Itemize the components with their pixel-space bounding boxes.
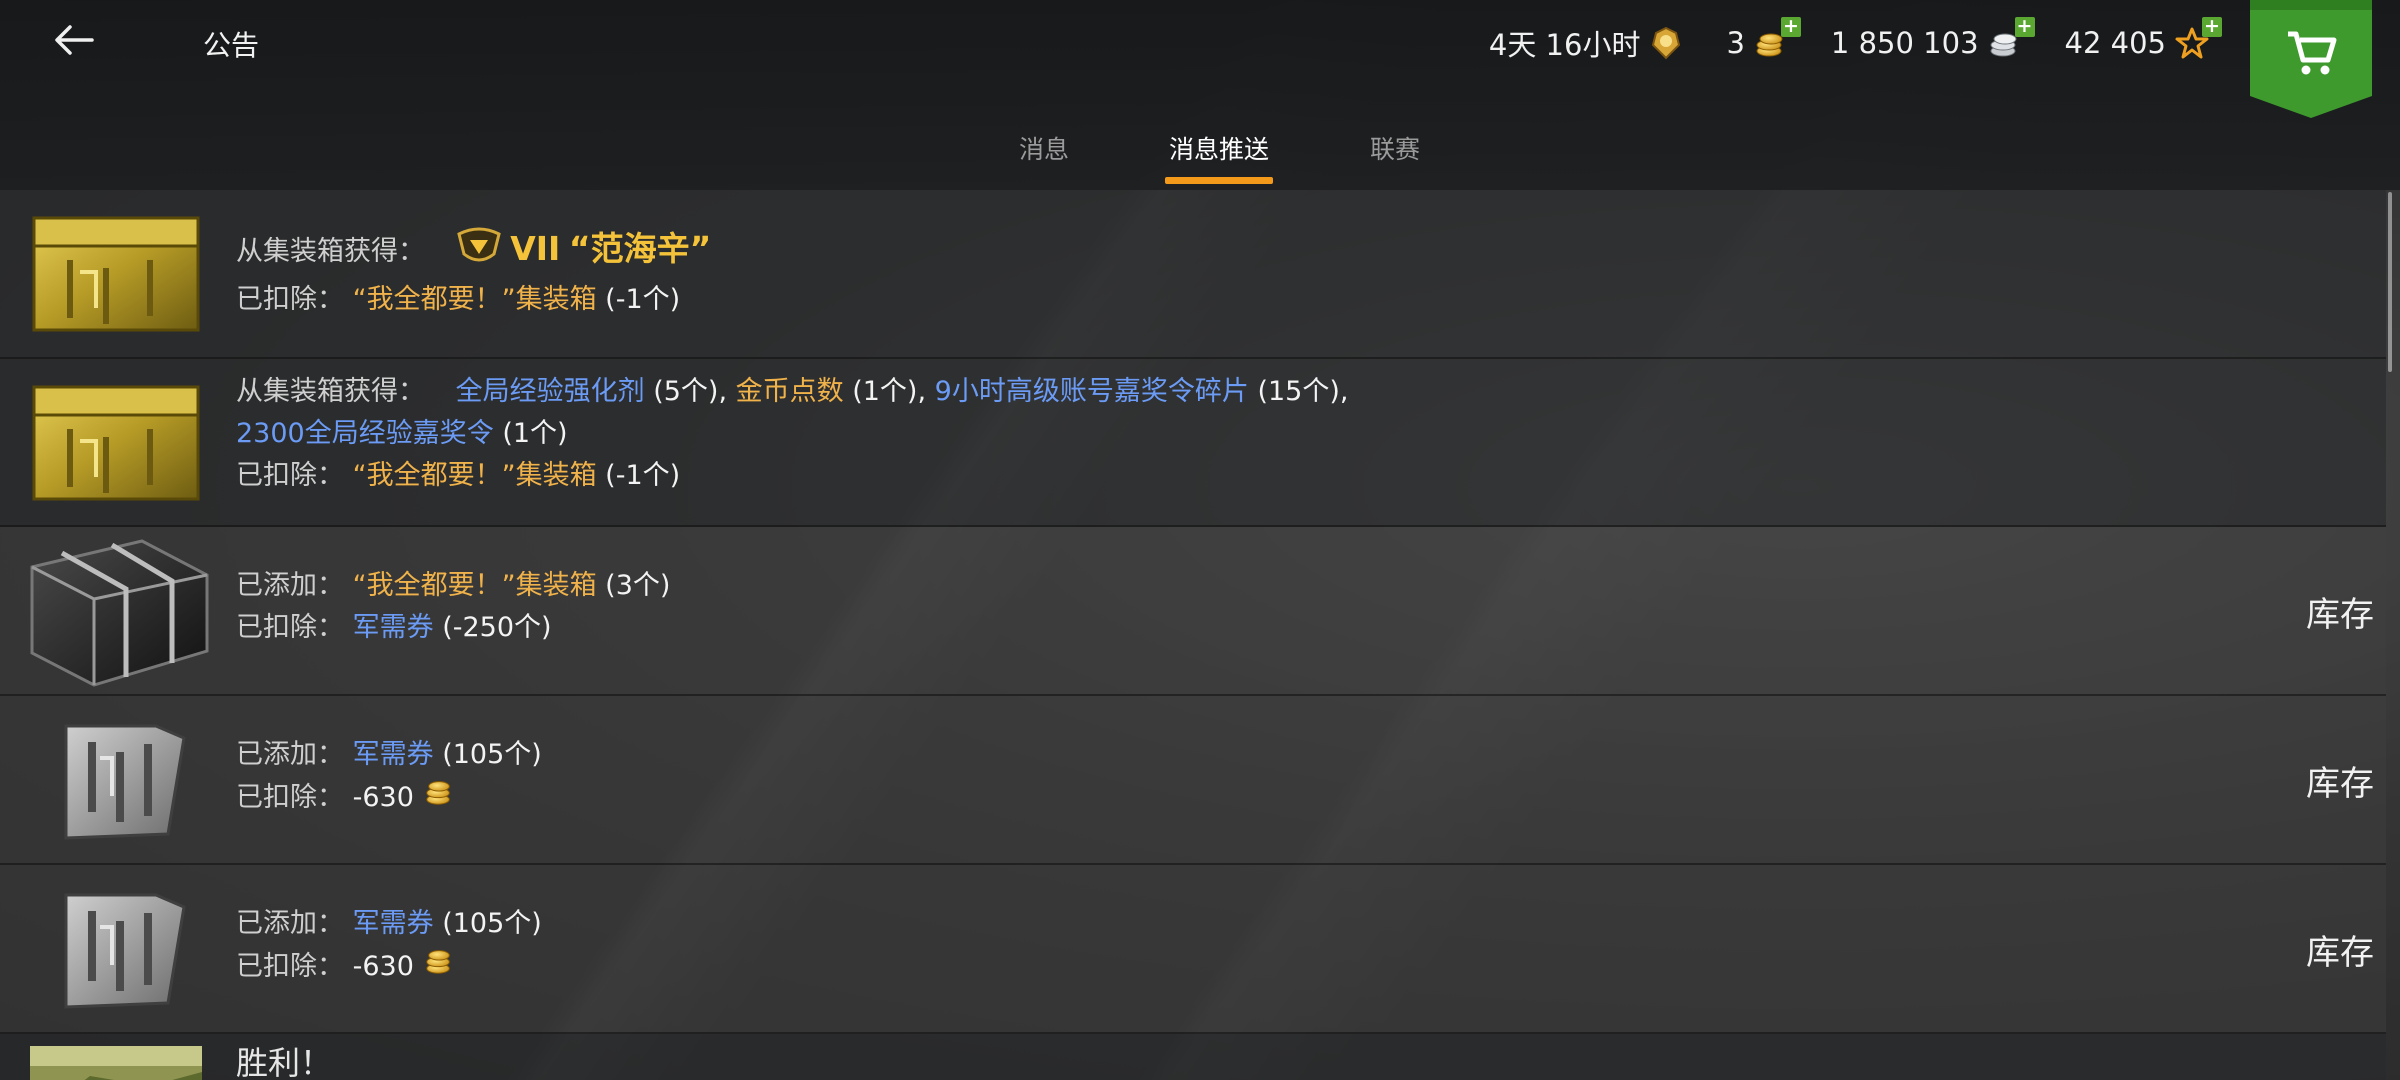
- message-text: 从集装箱获得： VII “范海辛” 已扣除： “我全都要！”集装箱 (-1个): [236, 226, 711, 321]
- list-item: 从集装箱获得： 全局经验强化剂 (5个), 金币点数 (1个), 9小时高级账号…: [0, 359, 2386, 527]
- free-xp-balance[interactable]: 42 405 +: [2064, 17, 2222, 61]
- premium-badge-icon: [1648, 25, 1684, 61]
- cost-value: -630: [352, 951, 414, 982]
- cost-value: -630: [352, 782, 414, 813]
- item-name: 9小时高级账号嘉奖令碎片: [934, 376, 1249, 407]
- message-label: 已扣除：: [236, 284, 344, 315]
- notification-list[interactable]: 从集装箱获得： VII “范海辛” 已扣除： “我全都要！”集装箱 (-1个): [0, 190, 2386, 1080]
- item-name: “我全都要！”集装箱: [352, 570, 597, 601]
- add-gold-icon[interactable]: +: [1780, 17, 1801, 37]
- item-name: 全局经验强化剂: [455, 376, 645, 407]
- message-label: 已添加：: [236, 908, 344, 939]
- resource-bar: 4天 16小时 3 + 1 850 103 + 42 405 +: [1489, 17, 2222, 68]
- list-scrollbar[interactable]: [2388, 192, 2392, 372]
- message-label: 已扣除：: [236, 460, 344, 491]
- gold-crate-icon: [30, 212, 202, 334]
- top-bar: 公告 4天 16小时 3 + 1 850 103 + 42 405 + 消息 消…: [0, 0, 2400, 190]
- item-name: 金币点数: [735, 376, 844, 407]
- item-quantity: (-1个): [605, 460, 681, 491]
- message-text: 已添加： 军需券 (105个) 已扣除： -630: [236, 903, 542, 990]
- message-label: 从集装箱获得：: [236, 376, 425, 407]
- gold-coins-icon: [422, 776, 456, 821]
- item-name: “我全都要！”集装箱: [352, 460, 597, 491]
- item-name: 军需券: [352, 908, 434, 939]
- shop-button[interactable]: [2250, 0, 2372, 118]
- tab-messages[interactable]: 消息: [1019, 130, 1069, 184]
- item-name: 军需券: [352, 739, 434, 770]
- add-free-xp-icon[interactable]: +: [2202, 17, 2222, 37]
- silver-coins-icon: +: [1987, 17, 2035, 61]
- separator: ,: [718, 376, 728, 407]
- premium-timer[interactable]: 4天 16小时: [1489, 22, 1685, 64]
- item-quantity: (15个): [1257, 376, 1340, 407]
- tank-rank-icon: [456, 226, 502, 279]
- item-quantity: (-1个): [605, 284, 681, 315]
- message-text: 已添加： “我全都要！”集装箱 (3个) 已扣除： 军需券 (-250个): [236, 565, 670, 649]
- item-quantity: (-250个): [442, 612, 552, 643]
- message-text: 从集装箱获得： 全局经验强化剂 (5个), 金币点数 (1个), 9小时高级账号…: [236, 371, 1348, 497]
- gold-coins-icon: [422, 945, 456, 990]
- message-label: 从集装箱获得：: [236, 236, 425, 267]
- back-button[interactable]: [48, 16, 100, 68]
- back-arrow-icon: [55, 25, 94, 55]
- separator: ,: [917, 376, 927, 407]
- battle-result-image: [30, 1046, 202, 1080]
- item-quantity: (1个): [502, 418, 568, 449]
- tab-push-notifications[interactable]: 消息推送: [1164, 130, 1274, 184]
- message-title: 胜利！: [236, 1044, 333, 1080]
- tab-league[interactable]: 联赛: [1370, 130, 1420, 184]
- item-name: “我全都要！”集装箱: [352, 284, 597, 315]
- add-silver-icon[interactable]: +: [2014, 17, 2035, 37]
- gold-balance-value: 3: [1726, 26, 1745, 60]
- gold-coins-icon: +: [1753, 17, 1801, 61]
- message-label: 已扣除：: [236, 951, 344, 982]
- black-crate-icon: [22, 527, 212, 696]
- message-label: 已添加：: [236, 570, 344, 601]
- item-quantity: (105个): [442, 908, 542, 939]
- message-label: 已添加：: [236, 739, 344, 770]
- list-item: 胜利！: [0, 1034, 2386, 1080]
- tank-tier: VII: [510, 229, 561, 268]
- item-name: 2300全局经验嘉奖令: [236, 418, 494, 449]
- ticket-icon: [56, 881, 190, 1017]
- item-quantity: (3个): [605, 570, 671, 601]
- inventory-button[interactable]: 库存: [2306, 587, 2374, 636]
- item-quantity: (5个): [653, 376, 719, 407]
- message-label: 已扣除：: [236, 612, 344, 643]
- list-item[interactable]: 已添加： 军需券 (105个) 已扣除： -630 库存: [0, 865, 2386, 1034]
- list-item[interactable]: 已添加： “我全都要！”集装箱 (3个) 已扣除： 军需券 (-250个) 库存: [0, 527, 2386, 696]
- free-xp-star-icon: +: [2174, 17, 2222, 61]
- item-quantity: (1个): [852, 376, 918, 407]
- silver-balance-value: 1 850 103: [1830, 26, 1979, 60]
- tank-name: “范海辛”: [568, 229, 712, 268]
- inventory-button[interactable]: 库存: [2306, 925, 2374, 974]
- free-xp-value: 42 405: [2064, 26, 2166, 60]
- list-item[interactable]: 已添加： 军需券 (105个) 已扣除： -630 库存: [0, 696, 2386, 865]
- message-label: 已扣除：: [236, 782, 344, 813]
- item-quantity: (105个): [442, 739, 542, 770]
- silver-balance[interactable]: 1 850 103 +: [1830, 17, 2035, 61]
- page-title: 公告: [203, 29, 260, 62]
- ticket-icon: [56, 712, 190, 848]
- inventory-button[interactable]: 库存: [2306, 756, 2374, 805]
- separator: ,: [1339, 376, 1349, 407]
- gold-balance[interactable]: 3 +: [1726, 17, 1801, 61]
- premium-timer-value: 4天 16小时: [1488, 28, 1641, 62]
- item-name: 军需券: [352, 612, 434, 643]
- list-item: 从集装箱获得： VII “范海辛” 已扣除： “我全都要！”集装箱 (-1个): [0, 190, 2386, 359]
- tab-bar: 消息 消息推送 联赛: [0, 130, 2400, 190]
- gold-crate-icon: [30, 381, 202, 503]
- message-text: 已添加： 军需券 (105个) 已扣除： -630: [236, 734, 542, 821]
